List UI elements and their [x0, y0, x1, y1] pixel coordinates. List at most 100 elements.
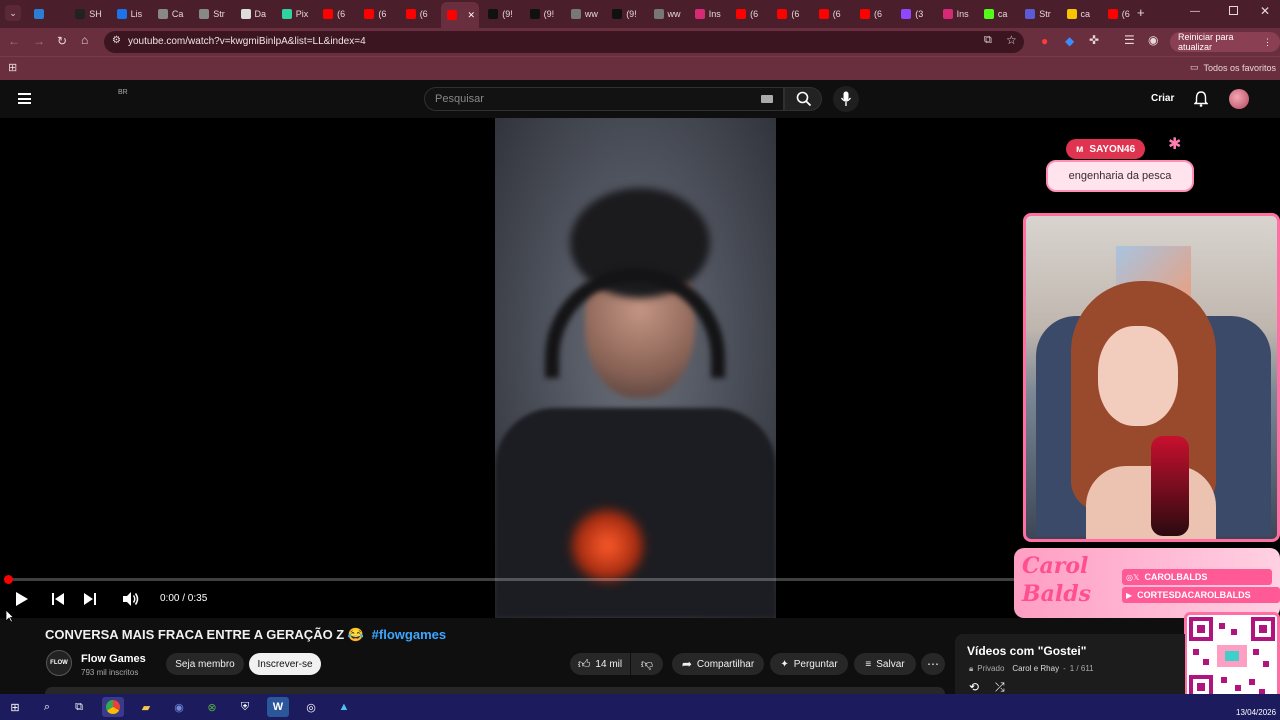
browser-tab[interactable]: SH: [69, 4, 105, 24]
home-icon[interactable]: ⌂: [81, 33, 88, 47]
extension-red-icon[interactable]: ●: [1041, 34, 1048, 48]
browser-tab[interactable]: Ins: [689, 4, 725, 24]
browser-tab[interactable]: Da: [235, 4, 271, 24]
taskbar-date: 13/04/2026: [1236, 708, 1277, 717]
taskbar-search-icon[interactable]: ⌕: [36, 697, 58, 717]
playlist-title[interactable]: Vídeos com "Gostei": [967, 644, 1086, 658]
like-button[interactable]: 👍︎ 14 mil: [570, 653, 630, 675]
reload-icon[interactable]: ↻: [57, 34, 67, 48]
keyboard-icon[interactable]: [761, 95, 773, 103]
description-box-edge[interactable]: [45, 687, 945, 694]
share-button[interactable]: ➦ Compartilhar: [672, 653, 764, 675]
xbox-icon[interactable]: ⊗: [201, 697, 223, 717]
minimize-window-button[interactable]: —: [1190, 6, 1200, 17]
obs-icon[interactable]: ◎: [300, 697, 322, 717]
ask-button[interactable]: ✦ Perguntar: [770, 653, 848, 675]
forward-icon[interactable]: →: [33, 34, 45, 48]
profile-icon[interactable]: ◉: [1148, 33, 1158, 47]
browser-tab[interactable]: Str: [1019, 4, 1055, 24]
back-icon[interactable]: ←: [8, 34, 20, 48]
browser-tab[interactable]: (6: [317, 4, 353, 24]
browser-tab-active[interactable]: ✕: [441, 2, 479, 28]
notifications-bell-icon[interactable]: [1194, 91, 1208, 107]
previous-video-icon[interactable]: [51, 592, 65, 606]
voice-search-button[interactable]: [833, 86, 859, 112]
subscribe-button[interactable]: Inscrever-se: [249, 653, 321, 675]
scrubber-handle[interactable]: [4, 575, 13, 584]
instagram-x-icons: ◎𝕏: [1126, 572, 1140, 582]
browser-tab[interactable]: Pix: [276, 4, 312, 24]
word-icon[interactable]: W: [267, 697, 289, 717]
tab-favicon-icon: [529, 9, 540, 19]
new-tab-button[interactable]: +: [1137, 5, 1145, 20]
playlist-owner[interactable]: Carol e Rhay: [1012, 664, 1059, 674]
browser-tab[interactable]: (3: [895, 4, 931, 24]
browser-tab[interactable]: (9!: [606, 4, 642, 24]
task-view-icon[interactable]: ⧉: [68, 697, 90, 717]
search-input[interactable]: Pesquisar: [424, 87, 784, 111]
create-button[interactable]: Criar: [1151, 93, 1174, 104]
search-button[interactable]: [784, 87, 822, 111]
video-progress-bar[interactable]: [6, 578, 1016, 581]
tab-close-icon[interactable]: ✕: [467, 10, 475, 21]
join-member-button[interactable]: Seja membro: [166, 653, 244, 675]
browser-tab[interactable]: (6: [813, 4, 849, 24]
restore-window-button[interactable]: [1229, 6, 1238, 15]
browser-tab[interactable]: Lis: [111, 4, 147, 24]
shield-app-icon[interactable]: ⛨: [234, 697, 256, 717]
browser-tab[interactable]: (6: [1102, 4, 1138, 24]
windows-start-icon[interactable]: ⊞: [4, 697, 26, 717]
tab-favicon-icon: [116, 9, 127, 19]
save-button[interactable]: ≡ Salvar: [854, 653, 916, 675]
browser-tab[interactable]: ww: [565, 4, 601, 24]
next-video-icon[interactable]: [83, 592, 97, 606]
browser-tab[interactable]: (6: [358, 4, 394, 24]
all-bookmarks-folder[interactable]: ▭ Todos os favoritos: [1190, 62, 1276, 73]
install-app-icon[interactable]: ⧉: [984, 34, 992, 47]
sponsor-overlay: м SAYON46 ✱ engenharia da pesca: [1046, 130, 1194, 194]
play-icon[interactable]: [15, 591, 29, 607]
address-bar[interactable]: ⚙ youtube.com/watch?v=kwgmiBinlpA&list=L…: [104, 31, 1024, 53]
user-avatar[interactable]: [1229, 89, 1249, 109]
browser-tab[interactable]: (6: [400, 4, 436, 24]
browser-tab[interactable]: (6: [771, 4, 807, 24]
extension-blue-icon[interactable]: ◆: [1065, 34, 1074, 48]
browser-tab[interactable]: ww: [648, 4, 684, 24]
more-actions-button[interactable]: ⋯: [921, 653, 945, 675]
photos-app-icon[interactable]: ▲: [333, 697, 355, 717]
hamburger-menu-icon[interactable]: [18, 93, 31, 104]
restart-to-update-button[interactable]: Reiniciar para atualizar ⋮: [1170, 32, 1280, 52]
discord-icon[interactable]: ◉: [168, 697, 190, 717]
playlist-meta: 🔒︎ Privado Carol e Rhay - 1 / 611: [969, 664, 1094, 674]
browser-tab[interactable]: (9!: [482, 4, 518, 24]
loop-icon[interactable]: ⟲: [969, 680, 979, 694]
close-window-button[interactable]: ✕: [1260, 4, 1270, 18]
volume-icon[interactable]: [122, 591, 140, 607]
extensions-puzzle-icon[interactable]: ✜: [1089, 33, 1099, 47]
apps-grid-icon[interactable]: ⊞: [8, 61, 17, 74]
browser-tab[interactable]: ca: [978, 4, 1014, 24]
file-explorer-icon[interactable]: ▰: [135, 697, 157, 717]
tab-favicon-icon: [612, 9, 623, 19]
browser-tab[interactable]: Str: [193, 4, 229, 24]
browser-tab[interactable]: (6: [854, 4, 890, 24]
browser-tab[interactable]: Ca: [152, 4, 188, 24]
reading-list-icon[interactable]: ☰: [1124, 33, 1135, 47]
channel-name[interactable]: Flow Games: [81, 653, 146, 665]
browser-tab[interactable]: Ins: [937, 4, 973, 24]
dislike-button[interactable]: 👎︎: [631, 653, 663, 675]
youtube-small-icon: ▶: [1126, 590, 1133, 600]
tab-search-button[interactable]: ⌄: [5, 5, 21, 21]
browser-tab[interactable]: (9!: [524, 4, 560, 24]
hashtag-link[interactable]: #flowgames: [372, 627, 446, 642]
chrome-icon[interactable]: [102, 697, 124, 717]
browser-tab[interactable]: (6: [730, 4, 766, 24]
browser-tab[interactable]: ca: [1061, 4, 1097, 24]
folder-icon: ▭: [1190, 62, 1199, 72]
shuffle-icon[interactable]: ⤮: [995, 680, 1005, 695]
site-info-icon[interactable]: ⚙: [112, 35, 121, 46]
bookmark-star-icon[interactable]: ☆: [1006, 33, 1017, 47]
channel-avatar[interactable]: FLOW: [46, 650, 72, 676]
browser-tab[interactable]: [28, 4, 64, 24]
join-member-label: Seja membro: [175, 658, 235, 670]
